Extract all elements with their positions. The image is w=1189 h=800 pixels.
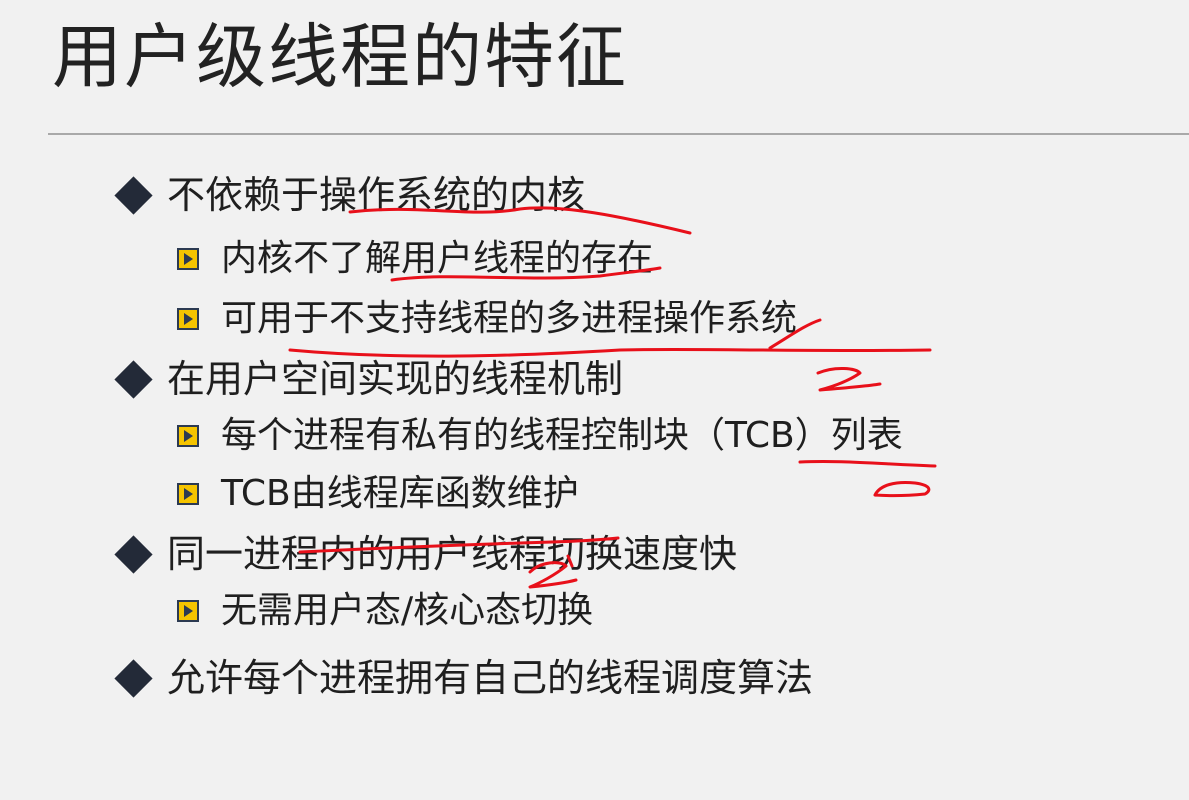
annotation-mark-2 — [816, 367, 882, 392]
bullet-item-level2: 可用于不支持线程的多进程操作系统 — [177, 296, 797, 342]
bullet-text: 每个进程有私有的线程控制块（TCB）列表 — [221, 415, 903, 456]
bullet-text: 同一进程内的用户线程切换速度快 — [167, 532, 738, 576]
square-arrow-bullet-icon — [177, 308, 199, 330]
annotation-underline — [798, 459, 937, 468]
square-arrow-bullet-icon — [177, 248, 199, 270]
bullet-item-level2: 无需用户态/核心态切换 — [177, 588, 593, 634]
bullet-item-level2: 内核不了解用户线程的存在 — [177, 236, 653, 282]
bullet-text: 不依赖于操作系统的内核 — [167, 173, 586, 217]
bullet-item-level2: 每个进程有私有的线程控制块（TCB）列表 — [177, 413, 903, 459]
bullet-text: 无需用户态/核心态切换 — [221, 590, 594, 631]
bullet-item-level1: 不依赖于操作系统的内核 — [114, 171, 586, 219]
square-arrow-bullet-icon — [177, 600, 199, 622]
bullet-text: 内核不了解用户线程的存在 — [221, 238, 654, 279]
bullet-item-level1: 允许每个进程拥有自己的线程调度算法 — [114, 654, 814, 702]
annotation-mark-1 — [873, 481, 931, 498]
bullet-text: 允许每个进程拥有自己的线程调度算法 — [167, 656, 814, 700]
square-arrow-bullet-icon — [177, 483, 199, 505]
diamond-bullet-icon — [114, 359, 153, 399]
bullet-text: 在用户空间实现的线程机制 — [167, 357, 624, 401]
bullet-text: TCB由线程库函数维护 — [221, 473, 579, 514]
bullet-item-level1: 在用户空间实现的线程机制 — [114, 355, 624, 403]
diamond-bullet-icon — [114, 534, 153, 574]
square-arrow-bullet-icon — [177, 425, 199, 447]
diamond-bullet-icon — [114, 658, 153, 698]
bullet-item-level2: TCB由线程库函数维护 — [177, 471, 579, 517]
bullet-item-level1: 同一进程内的用户线程切换速度快 — [114, 530, 738, 578]
diamond-bullet-icon — [114, 175, 153, 215]
bullet-text: 可用于不支持线程的多进程操作系统 — [221, 298, 798, 339]
title-divider — [48, 133, 1189, 135]
slide-title: 用户级线程的特征 — [52, 16, 628, 98]
